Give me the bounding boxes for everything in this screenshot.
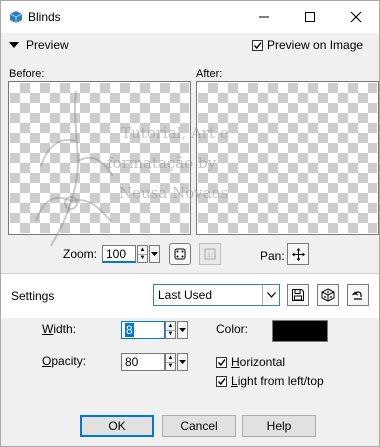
light-from-left-top-checkbox[interactable]: Light from left/top — [216, 374, 324, 388]
color-swatch[interactable] — [272, 320, 328, 342]
opacity-label: Opacity: — [42, 354, 87, 368]
zoom-spinner[interactable]: ▲ ▼ — [137, 245, 148, 263]
blinds-app-icon — [8, 9, 24, 25]
transparency-checkerboard — [10, 83, 189, 233]
randomize-button[interactable] — [317, 284, 339, 306]
opacity-spinner[interactable]: ▲ ▼ — [165, 353, 176, 371]
save-preset-button[interactable] — [287, 284, 309, 306]
width-spinner[interactable]: ▲ ▼ — [165, 321, 176, 339]
preset-value: Last Used — [158, 288, 213, 302]
settings-label: Settings — [11, 289, 55, 303]
actual-size-icon: 1:1 — [204, 248, 217, 260]
spin-down-icon[interactable]: ▼ — [166, 329, 175, 339]
horizontal-label: Horizontal — [231, 355, 286, 369]
after-label: After: — [196, 68, 223, 80]
zoom-to-fit-button[interactable] — [169, 243, 191, 265]
spin-down-icon[interactable]: ▼ — [138, 253, 147, 263]
before-label: Before: — [9, 68, 45, 80]
light-from-left-top-label: Light from left/top — [231, 374, 324, 388]
checkbox-box[interactable] — [216, 356, 227, 368]
checkmark-icon — [253, 41, 262, 49]
help-button[interactable]: Help — [242, 415, 316, 437]
actual-size-button[interactable]: 1:1 — [199, 243, 221, 265]
zoom-label: Zoom: — [63, 247, 98, 261]
preset-select[interactable]: Last Used — [153, 284, 280, 306]
checkbox-box[interactable] — [252, 39, 263, 51]
pan-label: Pan: — [260, 249, 285, 263]
blinds-dialog: Blinds Preview Preview on Image Before: … — [0, 0, 380, 447]
before-preview[interactable] — [8, 81, 191, 235]
opacity-input[interactable]: 80 — [121, 353, 165, 371]
maximize-icon — [305, 12, 315, 22]
opacity-dropdown-button[interactable] — [177, 353, 188, 371]
save-disk-icon — [292, 289, 304, 301]
transparency-checkerboard — [198, 83, 377, 233]
spin-up-icon[interactable]: ▲ — [166, 322, 175, 330]
zoom-input[interactable]: 100 — [102, 245, 136, 263]
minimize-button[interactable] — [241, 1, 287, 33]
window-title: Blinds — [28, 10, 61, 24]
chevron-down-icon — [151, 251, 158, 256]
color-label: Color: — [216, 322, 249, 336]
width-input[interactable]: 8 — [121, 321, 165, 339]
dice-icon — [321, 288, 335, 302]
minimize-icon — [259, 16, 269, 18]
svg-text:1:1: 1:1 — [207, 252, 217, 259]
chevron-down-icon — [179, 327, 186, 332]
width-value: 8 — [125, 323, 134, 337]
horizontal-checkbox[interactable]: Horizontal — [216, 355, 285, 369]
cancel-button[interactable]: Cancel — [162, 415, 236, 437]
preview-collapse-toggle[interactable]: Preview — [9, 38, 69, 52]
collapse-triangle-icon — [9, 42, 19, 48]
preview-toggle-label: Preview — [26, 38, 69, 52]
reset-button[interactable] — [347, 284, 369, 306]
close-button[interactable] — [333, 1, 379, 33]
checkbox-box[interactable] — [216, 375, 227, 387]
ok-button[interactable]: OK — [80, 415, 154, 437]
checkmark-icon — [217, 358, 226, 366]
width-dropdown-button[interactable] — [177, 321, 188, 339]
chevron-down-icon — [179, 359, 186, 364]
width-label: Width: — [42, 322, 77, 336]
preset-dropdown-arrow[interactable] — [262, 285, 279, 305]
spin-up-icon[interactable]: ▲ — [166, 354, 175, 362]
maximize-button[interactable] — [287, 1, 333, 33]
pan-button[interactable] — [287, 243, 309, 265]
move-arrows-icon — [291, 247, 305, 261]
reset-arrow-icon — [352, 291, 362, 300]
chevron-down-icon — [266, 292, 276, 298]
zoom-dropdown-button[interactable] — [149, 245, 160, 263]
divider — [1, 273, 379, 274]
zoom-fit-icon — [174, 248, 186, 260]
title-bar[interactable]: Blinds — [1, 1, 379, 33]
preview-on-image-checkbox[interactable]: Preview on Image — [252, 38, 363, 52]
close-icon — [350, 11, 362, 23]
after-preview[interactable] — [196, 81, 379, 235]
spin-down-icon[interactable]: ▼ — [166, 361, 175, 371]
preview-on-image-label: Preview on Image — [267, 38, 364, 52]
spin-up-icon[interactable]: ▲ — [138, 246, 147, 254]
checkmark-icon — [217, 377, 226, 385]
